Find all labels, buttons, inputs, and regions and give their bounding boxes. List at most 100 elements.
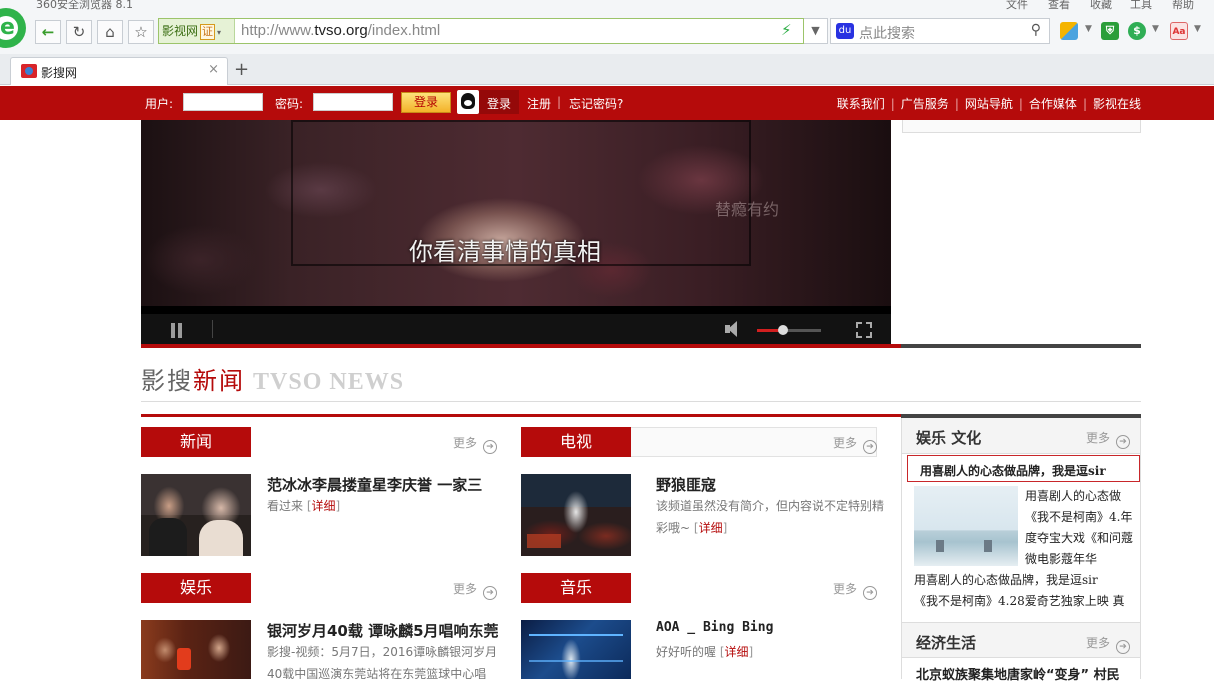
video-player[interactable]: 替瘾有约 你看清事情的真相 [141, 120, 891, 346]
link-online[interactable]: 影视在线 [1093, 97, 1141, 111]
pause-icon[interactable] [170, 323, 184, 338]
url-path: /index.html [367, 22, 441, 39]
tab-title: 影搜网 [41, 66, 78, 80]
chevron-down-icon[interactable]: ▼ [804, 18, 828, 44]
news-title[interactable]: 范冰冰李晨搂童星李庆誉 一家三 [267, 474, 482, 495]
separator: | [557, 95, 562, 109]
ent-thumbnail[interactable] [141, 620, 251, 679]
back-arrow-icon[interactable]: ← [35, 20, 61, 44]
economy-headline[interactable]: 北京蚁族聚集地唐家岭“变身” 村民 [916, 664, 1120, 683]
adobe-icon[interactable]: Aa [1170, 22, 1188, 40]
link-sitemap[interactable]: 网站导航 [965, 97, 1013, 111]
menu-tools[interactable]: 工具 [1130, 0, 1152, 12]
section-news-label[interactable]: 新闻 [141, 427, 251, 457]
figure-shape [984, 540, 992, 552]
window-title: 360安全浏览器 8.1 [36, 0, 133, 11]
menu-file[interactable]: 文件 [1006, 0, 1028, 12]
culture-title[interactable]: 娱乐 文化 [916, 427, 981, 448]
password-field[interactable] [313, 93, 393, 111]
register-link[interactable]: 注册 [527, 95, 551, 112]
detail-link[interactable]: 详细 [312, 499, 336, 513]
stage-light-shape [529, 634, 623, 636]
reload-icon[interactable]: ↻ [66, 20, 92, 44]
featured-headline[interactable]: 用喜剧人的心态做品牌，我是逗sir [907, 455, 1140, 482]
right-column: 娱乐 文化 更多 ➔ 用喜剧人的心态做品牌，我是逗sir 用喜剧人的心态做《我不是… [901, 418, 1141, 683]
tab-yingsou[interactable]: 影搜网 × [10, 57, 228, 85]
divider [212, 320, 213, 338]
login-button[interactable]: 登录 [401, 92, 451, 113]
arrow-right-icon: ➔ [483, 586, 497, 600]
username-field[interactable] [183, 93, 263, 111]
url-domain: tvso.org [314, 22, 368, 39]
news-thumbnail[interactable] [141, 474, 251, 556]
more-link[interactable]: 更多 ➔ [833, 580, 877, 600]
music-desc: 好好听的喔 [详细] [656, 645, 754, 659]
home-icon[interactable]: ⌂ [97, 20, 123, 44]
tv-thumbnail[interactable] [521, 474, 631, 556]
tv-title[interactable]: 野狼匪寇 [656, 474, 716, 495]
lightning-icon[interactable]: ⚡ [781, 21, 792, 39]
close-icon[interactable]: × [208, 62, 219, 77]
cert-icon: 证 [200, 24, 216, 40]
more-link[interactable]: 更多 ➔ [1086, 634, 1130, 654]
music-title[interactable]: AOA _ Bing Bing [656, 620, 773, 635]
more-label: 更多 [452, 436, 477, 450]
new-tab-button[interactable]: + [234, 59, 249, 80]
chevron-down-icon[interactable]: ▼ [1152, 24, 1159, 34]
qq-icon [457, 90, 479, 114]
news-heading: 影搜新闻 TVSO NEWS [141, 361, 404, 396]
detail-link[interactable]: 详细 [725, 645, 749, 659]
ent-title[interactable]: 银河岁月40载 谭咏麟5月唱响东莞 [267, 620, 499, 641]
baidu-icon[interactable]: du [836, 23, 854, 39]
music-thumbnail[interactable] [521, 620, 631, 679]
link-contact[interactable]: 联系我们 [837, 97, 885, 111]
featured-text-more[interactable]: 用喜剧人的心态做品牌，我是逗sir 《我不是柯南》4.28爱奇艺独家上映 真 [914, 570, 1140, 612]
volume-slider[interactable] [757, 325, 821, 335]
address-bar[interactable]: 影视网证 ▾ http://www.tvso.org/index.html ⚡ [158, 18, 804, 44]
menu-view[interactable]: 查看 [1048, 0, 1070, 12]
qq-login-button[interactable]: 登录 [457, 90, 519, 114]
section-music-label[interactable]: 音乐 [521, 573, 631, 603]
culture-header: 娱乐 文化 更多 ➔ [902, 418, 1140, 454]
search-icon[interactable]: ⚲ [1031, 22, 1041, 38]
cert-badge[interactable]: 影视网证 ▾ [159, 19, 235, 43]
chevron-down-icon[interactable]: ▼ [1085, 24, 1092, 34]
url-text[interactable]: http://www.tvso.org/index.html [241, 22, 440, 39]
volume-icon[interactable] [725, 321, 743, 337]
link-partners[interactable]: 合作媒体 [1029, 97, 1077, 111]
forgot-password-link[interactable]: 忘记密码? [569, 95, 623, 112]
section-tv-label[interactable]: 电视 [521, 427, 631, 457]
featured-title: 用喜剧人的心态做品牌，我是逗sir [920, 464, 1106, 478]
apps-icon[interactable] [1060, 22, 1078, 40]
detail-link[interactable]: 详细 [699, 521, 723, 535]
link-ads[interactable]: 广告服务 [901, 97, 949, 111]
featured-thumbnail[interactable] [914, 486, 1018, 566]
section-ent-label[interactable]: 娱乐 [141, 573, 251, 603]
more-link[interactable]: 更多 ➔ [1086, 429, 1130, 449]
star-icon[interactable]: ☆ [128, 20, 154, 44]
divider [141, 344, 1141, 348]
progress-bar[interactable] [141, 306, 891, 314]
economy-title[interactable]: 经济生活 [916, 632, 976, 653]
chevron-down-icon[interactable]: ▼ [1194, 24, 1201, 34]
guard-icon[interactable]: $ [1128, 22, 1146, 40]
cert-label: 影视网 [162, 24, 199, 38]
volume-knob[interactable] [777, 325, 788, 335]
news-desc-text: 看过来 [267, 499, 304, 513]
divider [141, 401, 1141, 402]
figure-shape [149, 518, 187, 556]
more-link[interactable]: 更多 ➔ [453, 580, 497, 600]
shield-icon[interactable]: ⛨ [1101, 22, 1119, 40]
search-input[interactable]: du 点此搜索 ⚲ [830, 18, 1050, 44]
economy-header: 经济生活 更多 ➔ [902, 622, 1140, 658]
more-label: 更多 [1085, 636, 1110, 650]
more-link[interactable]: 更多 ➔ [833, 434, 877, 454]
menu-favorites[interactable]: 收藏 [1090, 0, 1112, 12]
video-controls [141, 314, 891, 346]
more-link[interactable]: 更多 ➔ [453, 434, 497, 454]
featured-text[interactable]: 用喜剧人的心态做《我不是柯南》4.年度夺宝大戏《和问蔻微电影蔻年华 [1025, 486, 1135, 570]
menu-help[interactable]: 帮助 [1172, 0, 1194, 12]
video-subtitle: 你看清事情的真相 [409, 238, 601, 266]
site-top-bar: 用户: 密码: 登录 登录 注册 | 忘记密码? 联系我们 | 广告服务 | 网站导航 |… [0, 86, 1214, 120]
fullscreen-icon[interactable] [856, 322, 872, 338]
